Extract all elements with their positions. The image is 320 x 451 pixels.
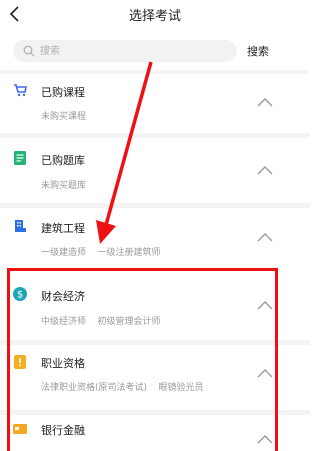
search-icon: [23, 45, 35, 57]
search-input[interactable]: [40, 40, 220, 62]
category-subtitle: 一级建造师 一级注册建筑师: [41, 248, 161, 258]
search-bar[interactable]: [13, 40, 237, 62]
category-name: 已购课程: [41, 86, 85, 99]
chevron-up-icon[interactable]: [256, 232, 274, 242]
category-construction[interactable]: 建筑工程 一级建造师 一级注册建筑师: [0, 208, 310, 268]
top-bar: 选择考试: [0, 0, 310, 34]
category-name: 建筑工程: [41, 222, 85, 235]
chevron-up-icon[interactable]: [256, 97, 274, 107]
highlight-box: [7, 268, 278, 451]
search-button[interactable]: 搜索: [247, 43, 269, 59]
page-title: 选择考试: [128, 9, 181, 24]
category-purchased-courses[interactable]: 已购课程 未购买课程: [0, 74, 310, 133]
category-subtitle: 未购买题库: [41, 181, 87, 191]
category-name: 已购题库: [41, 154, 85, 167]
category-purchased-question-bank[interactable]: 已购题库 未购买题库: [0, 138, 310, 203]
chevron-up-icon[interactable]: [256, 165, 274, 175]
category-subtitle: 未购买课程: [41, 112, 87, 122]
cart-icon: [14, 84, 27, 97]
question-bank-icon: [14, 151, 26, 165]
building-icon: [15, 220, 26, 232]
